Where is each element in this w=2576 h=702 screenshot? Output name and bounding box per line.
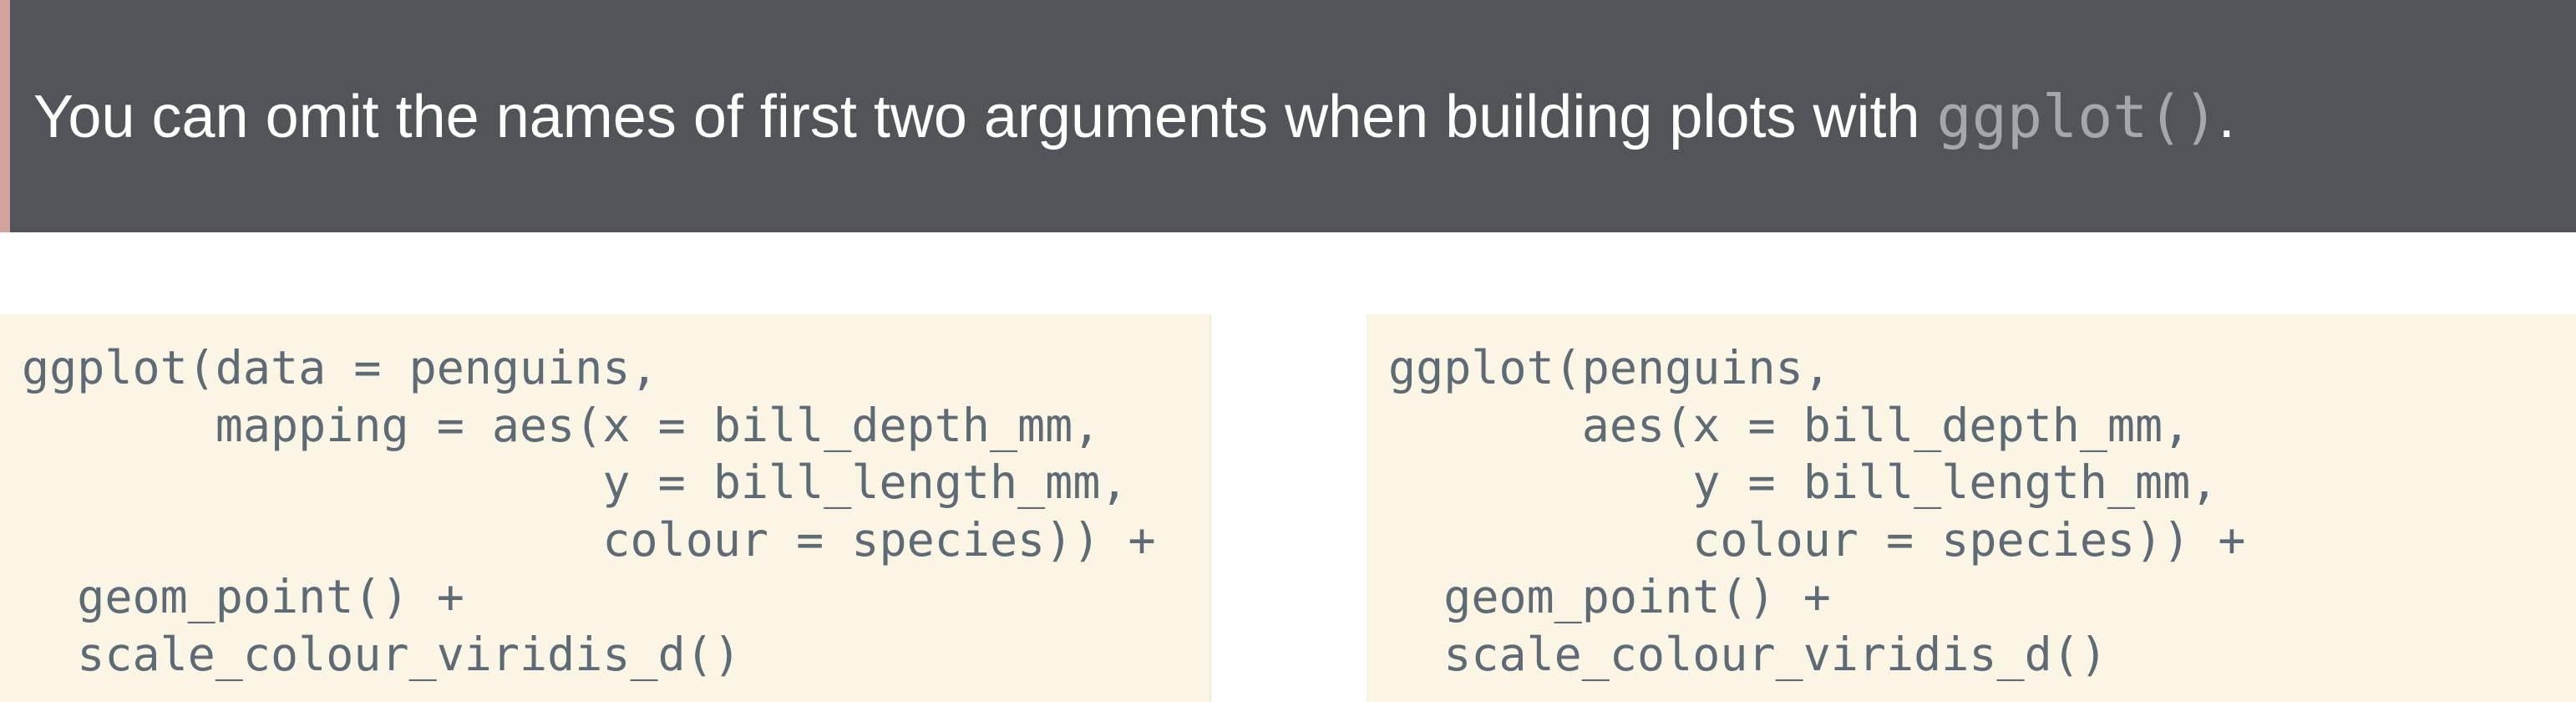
banner-text-before: You can omit the names of first two argu… [33, 84, 1937, 150]
code-block-right: ggplot(penguins, aes(x = bill_depth_mm, … [1388, 339, 2246, 684]
code-line: scale_colour_viridis_d() [1388, 627, 2107, 681]
code-panel-left: ggplot(data = penguins, mapping = aes(x … [0, 314, 1211, 702]
banner-inline-code: ggplot() [1936, 83, 2219, 151]
code-line: ggplot(data = penguins, [22, 341, 658, 394]
banner-heading: You can omit the names of first two argu… [33, 80, 2235, 154]
code-line: aes(x = bill_depth_mm, [1388, 398, 2191, 452]
code-panel-right: ggplot(penguins, aes(x = bill_depth_mm, … [1367, 314, 2576, 702]
code-line: y = bill_length_mm, [22, 455, 1128, 510]
code-line: colour = species)) + [1388, 512, 2246, 567]
code-line: y = bill_length_mm, [1388, 455, 2219, 510]
code-line: colour = species)) + [22, 512, 1156, 567]
code-line: scale_colour_viridis_d() [22, 627, 741, 681]
slide-banner: You can omit the names of first two argu… [0, 0, 2576, 232]
code-line: mapping = aes(x = bill_depth_mm, [22, 398, 1101, 452]
banner-text-after: . [2218, 84, 2235, 150]
code-line: geom_point() + [1388, 570, 1831, 624]
code-line: geom_point() + [22, 570, 464, 624]
code-line: ggplot(penguins, [1388, 341, 1831, 394]
code-block-left: ggplot(data = penguins, mapping = aes(x … [22, 339, 1156, 684]
banner-accent-bar [0, 0, 10, 232]
